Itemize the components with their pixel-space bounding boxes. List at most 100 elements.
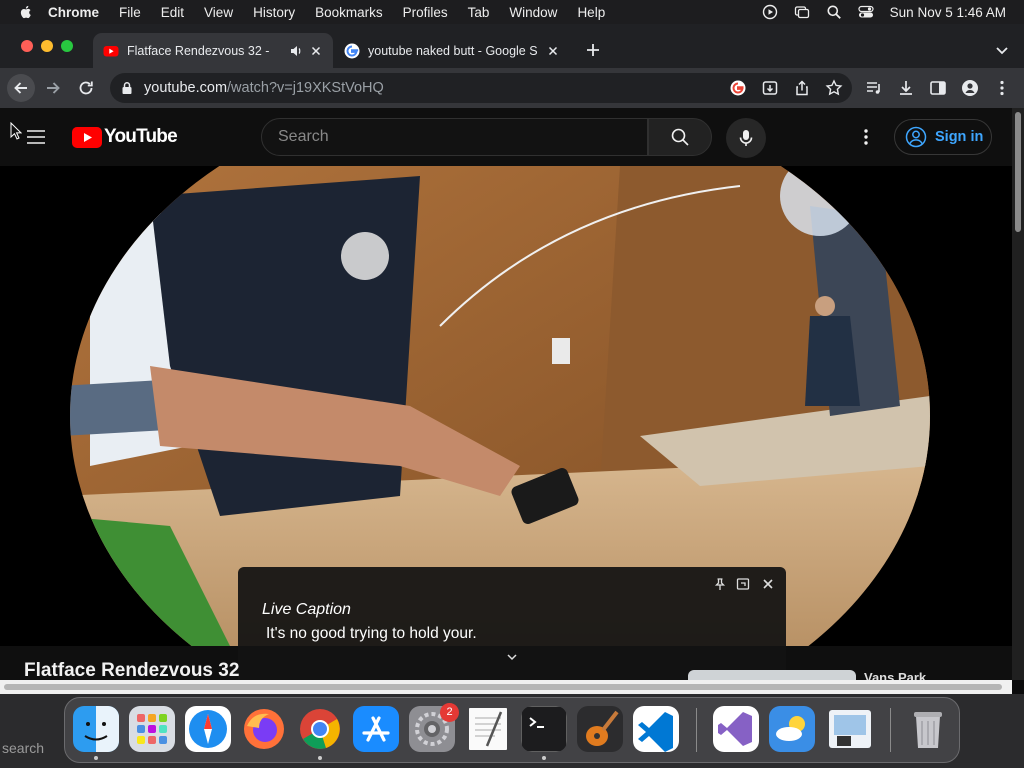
maximize-window-button[interactable]: [61, 40, 73, 52]
menu-bookmarks[interactable]: Bookmarks: [315, 5, 383, 20]
audio-playing-icon[interactable]: [289, 44, 303, 58]
scrollbar-thumb[interactable]: [4, 684, 1002, 690]
install-app-icon[interactable]: [761, 79, 779, 97]
youtube-header: YouTube Search Sign in: [0, 108, 1012, 166]
close-window-button[interactable]: [21, 40, 33, 52]
dock-separator: [890, 708, 891, 752]
tab-google-search[interactable]: youtube naked butt - Google S: [334, 33, 570, 68]
vertical-scrollbar[interactable]: [1012, 108, 1024, 680]
forward-button[interactable]: [39, 74, 67, 102]
account-circle-icon: [905, 126, 927, 148]
preview-icon[interactable]: [827, 706, 873, 752]
bookmark-star-icon[interactable]: [825, 79, 843, 97]
url-path: /watch?v=j19XKStVoHQ: [227, 80, 384, 96]
finder-icon[interactable]: [73, 706, 119, 752]
visual-studio-icon[interactable]: [713, 706, 759, 752]
desktop-search-text: search: [2, 740, 45, 756]
menu-tab[interactable]: Tab: [468, 5, 490, 20]
back-button[interactable]: [7, 74, 35, 102]
youtube-logo[interactable]: YouTube: [72, 125, 178, 149]
settings-more-icon[interactable]: [856, 127, 876, 147]
media-controls-icon[interactable]: [865, 79, 883, 97]
downloads-icon[interactable]: [897, 79, 915, 97]
profile-icon[interactable]: [961, 79, 979, 97]
expand-icon[interactable]: [736, 577, 750, 591]
running-indicator: [542, 756, 546, 760]
share-icon[interactable]: [793, 79, 811, 97]
menu-history[interactable]: History: [253, 5, 295, 20]
live-caption-panel: Live Caption It's no good trying to hold…: [238, 567, 786, 680]
menu-profiles[interactable]: Profiles: [403, 5, 448, 20]
menu-chrome[interactable]: Chrome: [48, 5, 99, 20]
menubar-clock[interactable]: Sun Nov 5 1:46 AM: [890, 5, 1006, 20]
garageband-icon[interactable]: [577, 706, 623, 752]
forward-arrow-icon: [47, 82, 60, 94]
close-tab-icon[interactable]: [546, 44, 560, 58]
sign-in-button[interactable]: Sign in: [894, 119, 992, 155]
safari-icon[interactable]: [185, 706, 231, 752]
search-button[interactable]: [648, 118, 712, 156]
chrome-icon[interactable]: [297, 706, 343, 752]
video-title: Flatface Rendezvous 32: [24, 660, 240, 680]
google-favicon-icon: [344, 43, 360, 58]
play-circle-icon[interactable]: [762, 4, 778, 20]
menu-view[interactable]: View: [204, 5, 233, 20]
sign-in-label: Sign in: [935, 129, 984, 145]
close-caption-icon[interactable]: [761, 577, 775, 591]
tab-title: youtube naked butt - Google S: [368, 43, 538, 58]
scrollbar-thumb[interactable]: [1015, 112, 1021, 232]
dock-separator: [696, 708, 697, 752]
menu-edit[interactable]: Edit: [161, 5, 184, 20]
menu-bar: Chrome File Edit View History Bookmarks …: [0, 0, 1024, 24]
tab-youtube-video[interactable]: Flatface Rendezvous 32 -: [93, 33, 333, 68]
spotlight-search-icon[interactable]: [826, 4, 842, 20]
search-icon: [671, 128, 689, 146]
search-input[interactable]: Search: [261, 118, 648, 156]
textedit-icon[interactable]: [465, 706, 511, 752]
lock-icon[interactable]: [120, 81, 134, 95]
apple-icon[interactable]: [18, 4, 34, 20]
pin-icon[interactable]: [713, 577, 727, 591]
screen-mirroring-icon[interactable]: [794, 4, 810, 20]
youtube-play-logo-icon: [72, 126, 102, 148]
microphone-icon: [739, 130, 753, 146]
browser-toolbar: youtube.com/watch?v=j19XKStVoHQ: [0, 68, 1024, 108]
tab-search-chevron-icon[interactable]: [994, 42, 1010, 58]
menu-window[interactable]: Window: [509, 5, 557, 20]
horizontal-scrollbar[interactable]: [0, 680, 1012, 694]
running-indicator: [94, 756, 98, 760]
caption-text: It's no good trying to hold your.: [266, 625, 477, 642]
url-domain: youtube.com: [144, 80, 228, 96]
menu-help[interactable]: Help: [577, 5, 605, 20]
chrome-menu-icon[interactable]: [993, 79, 1011, 97]
launchpad-icon[interactable]: [129, 706, 175, 752]
tab-title: Flatface Rendezvous 32 -: [127, 43, 270, 58]
close-tab-icon[interactable]: [309, 44, 323, 58]
google-lens-icon[interactable]: [729, 79, 747, 97]
cursor-arrow-icon: [10, 122, 22, 140]
menu-file[interactable]: File: [119, 5, 141, 20]
control-center-icon[interactable]: [858, 4, 874, 20]
reload-button[interactable]: [72, 74, 100, 102]
recommended-title[interactable]: Vans Park: [864, 670, 926, 680]
youtube-favicon-icon: [103, 45, 119, 56]
weather-icon[interactable]: [769, 706, 815, 752]
caption-title: Live Caption: [262, 601, 351, 618]
caption-collapse-chevron-icon[interactable]: [505, 650, 519, 664]
reload-icon: [79, 81, 93, 95]
notification-badge: 2: [440, 703, 459, 722]
back-arrow-icon: [14, 82, 27, 94]
minimize-window-button[interactable]: [41, 40, 53, 52]
side-panel-icon[interactable]: [929, 79, 947, 97]
app-store-icon[interactable]: [353, 706, 399, 752]
trash-icon[interactable]: [905, 706, 951, 752]
new-tab-icon[interactable]: [585, 42, 601, 58]
vscode-icon[interactable]: [633, 706, 679, 752]
terminal-icon[interactable]: [521, 706, 567, 752]
firefox-icon[interactable]: [241, 706, 287, 752]
voice-search-button[interactable]: [726, 118, 766, 158]
hamburger-menu-icon[interactable]: [24, 125, 48, 149]
recommended-thumbnail[interactable]: [688, 670, 856, 680]
url-text[interactable]: youtube.com/watch?v=j19XKStVoHQ: [144, 80, 384, 96]
dock: [64, 697, 960, 763]
